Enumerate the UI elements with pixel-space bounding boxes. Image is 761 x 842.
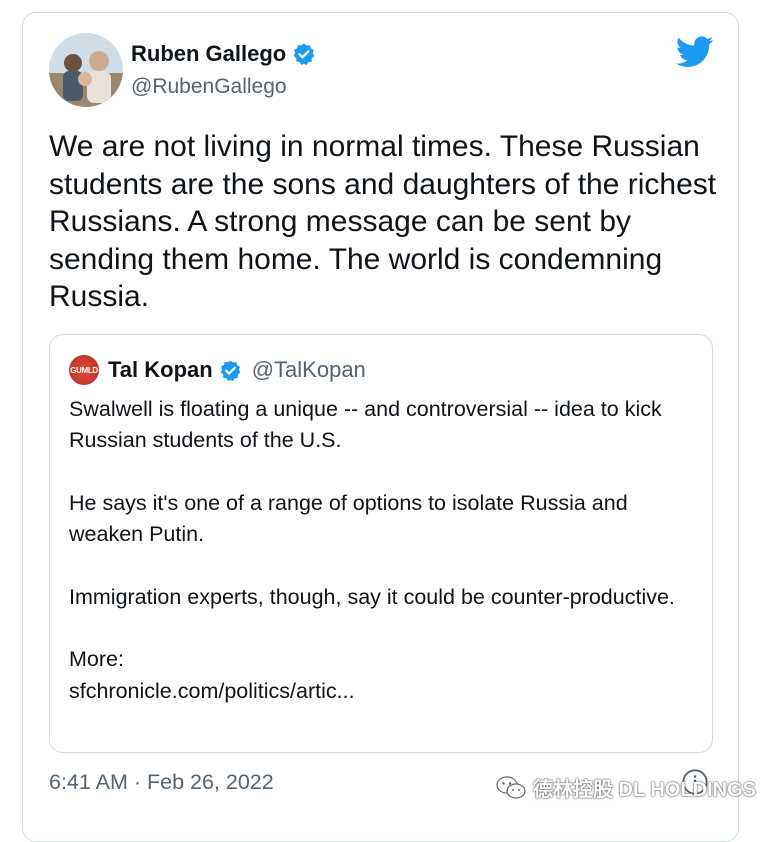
twitter-bird-icon[interactable] — [676, 36, 714, 68]
verified-badge-icon — [293, 43, 315, 66]
wechat-icon — [496, 775, 526, 799]
quoted-author-avatar[interactable]: GUMLD — [69, 355, 99, 385]
quoted-author-name[interactable]: Tal Kopan — [108, 357, 213, 383]
quoted-paragraph: He says it's one of a range of options t… — [69, 490, 628, 547]
tweet-text: We are not living in normal times. These… — [49, 130, 717, 313]
quoted-tweet-text: Swalwell is floating a unique -- and con… — [69, 394, 699, 707]
quoted-paragraph: Swalwell is floating a unique -- and con… — [69, 397, 662, 453]
author-name[interactable]: Ruben Gallego — [131, 41, 286, 67]
quoted-paragraph: Immigration experts, though, say it coul… — [69, 584, 675, 609]
author-name-row[interactable]: Ruben Gallego — [131, 41, 316, 67]
quoted-link[interactable]: sfchronicle.com/politics/artic... — [69, 676, 699, 707]
watermark-text: 德林控股 DL HOLDINGS — [533, 779, 756, 801]
author-avatar[interactable] — [49, 33, 123, 107]
verified-badge-icon — [220, 359, 241, 381]
avatar-photo — [49, 33, 123, 107]
quoted-author-handle[interactable]: @TalKopan — [252, 357, 366, 383]
quoted-more-label: More: — [69, 647, 124, 672]
quoted-author-row[interactable]: Tal Kopan @TalKopan — [108, 357, 366, 383]
watermark: 德林控股 DL HOLDINGS — [495, 773, 756, 802]
author-handle[interactable]: @RubenGallego — [131, 75, 287, 99]
tweet-timestamp[interactable]: 6:41 AM · Feb 26, 2022 — [49, 770, 274, 795]
